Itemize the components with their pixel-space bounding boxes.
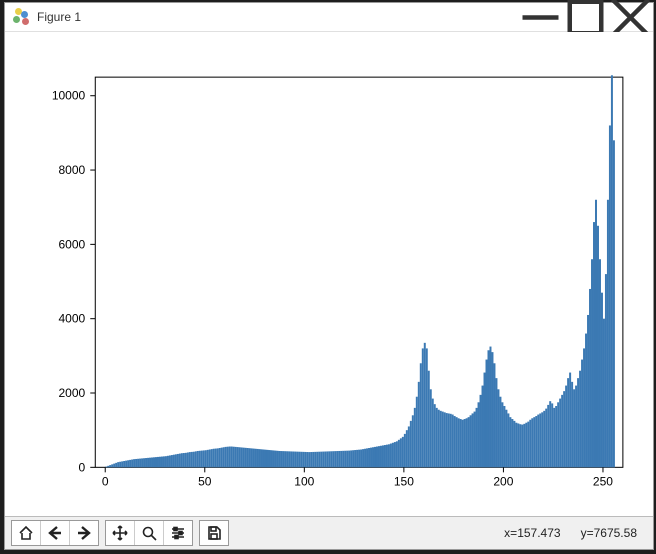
svg-text:250: 250 [593,474,613,488]
svg-text:6000: 6000 [59,237,86,251]
chart-svg: 0 50 100 150 200 250 0 2000 4000 6000 8000 10000 [5,32,653,517]
svg-text:50: 50 [198,474,212,488]
maximize-button[interactable] [563,3,608,31]
forward-button[interactable] [70,521,98,545]
zoom-button[interactable] [135,521,164,545]
svg-text:0: 0 [102,474,109,488]
titlebar: Figure 1 [5,3,653,32]
pan-button[interactable] [106,521,135,545]
status-x-label: x= [504,526,517,540]
svg-text:150: 150 [394,474,414,488]
plot-canvas[interactable]: 0 50 100 150 200 250 0 2000 4000 6000 8000 10000 [5,32,653,517]
svg-text:100: 100 [294,474,314,488]
status-y-label: y= [581,526,594,540]
svg-text:2000: 2000 [59,386,86,400]
status-x-value: 157.473 [517,526,560,540]
save-button[interactable] [200,521,228,545]
nav-toolbar: x=157.473 y=7675.58 [5,517,653,549]
back-button[interactable] [41,521,70,545]
app-icon [13,8,31,26]
svg-text:0: 0 [79,460,86,474]
close-button[interactable] [608,3,653,31]
cursor-status: x=157.473 y=7675.58 [484,512,647,554]
status-y-value: 7675.58 [594,526,637,540]
svg-text:10000: 10000 [52,89,86,103]
svg-text:8000: 8000 [59,163,86,177]
svg-text:200: 200 [493,474,513,488]
figure-window: Figure 1 0 50 100 150 200 250 0 2000 4000 6000 800… [4,2,654,550]
configure-button[interactable] [164,521,192,545]
home-button[interactable] [12,521,41,545]
window-title: Figure 1 [37,10,81,24]
minimize-button[interactable] [518,3,563,31]
svg-text:4000: 4000 [59,312,86,326]
